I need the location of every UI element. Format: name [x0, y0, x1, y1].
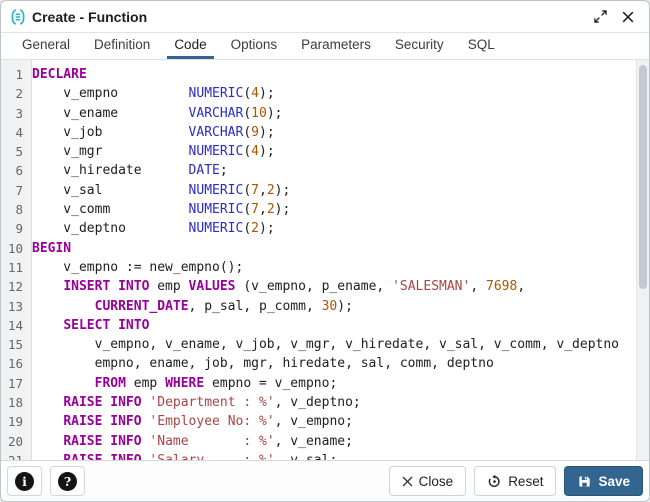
line-number: 6: [1, 161, 32, 180]
vertical-scrollbar[interactable]: [636, 60, 649, 460]
code-text: RAISE INFO 'Name : %', v_ename;: [32, 432, 353, 451]
line-number: 15: [1, 335, 32, 354]
line-number: 21: [1, 451, 32, 460]
save-button[interactable]: Save: [564, 466, 643, 496]
dialog-help-button[interactable]: ?: [50, 466, 85, 496]
sql-help-button[interactable]: i: [7, 466, 42, 496]
expand-dialog-button[interactable]: [589, 6, 611, 28]
line-number: 16: [1, 354, 32, 373]
code-line[interactable]: 20 RAISE INFO 'Name : %', v_ename;: [1, 432, 636, 451]
dialog-tab-bar: General Definition Code Options Paramete…: [1, 33, 649, 60]
line-number: 14: [1, 316, 32, 335]
code-text: v_hiredate DATE;: [32, 161, 228, 180]
code-text: v_empno := new_empno();: [32, 258, 243, 277]
code-line[interactable]: 13 CURRENT_DATE, p_sal, p_comm, 30);: [1, 297, 636, 316]
line-number: 18: [1, 393, 32, 412]
line-number: 19: [1, 412, 32, 431]
code-text: RAISE INFO 'Salary : %', v_sal;: [32, 451, 337, 460]
tab-definition[interactable]: Definition: [87, 33, 157, 59]
sql-code-editor[interactable]: 1DECLARE2 v_empno NUMERIC(4);3 v_ename V…: [1, 60, 649, 460]
code-line[interactable]: 21 RAISE INFO 'Salary : %', v_sal;: [1, 451, 636, 460]
code-text: FROM emp WHERE empno = v_empno;: [32, 374, 337, 393]
code-line[interactable]: 4 v_job VARCHAR(9);: [1, 123, 636, 142]
function-icon: [9, 8, 27, 26]
code-text: v_job VARCHAR(9);: [32, 123, 275, 142]
line-number: 4: [1, 123, 32, 142]
code-line[interactable]: 14 SELECT INTO: [1, 316, 636, 335]
question-icon: ?: [58, 472, 77, 491]
reset-button[interactable]: Reset: [474, 466, 556, 496]
tab-parameters[interactable]: Parameters: [294, 33, 378, 59]
code-line[interactable]: 3 v_ename VARCHAR(10);: [1, 104, 636, 123]
code-text: SELECT INTO: [32, 316, 149, 335]
close-button-label: Close: [419, 474, 454, 489]
code-line[interactable]: 11 v_empno := new_empno();: [1, 258, 636, 277]
line-number: 7: [1, 181, 32, 200]
code-line[interactable]: 15 v_empno, v_ename, v_job, v_mgr, v_hir…: [1, 335, 636, 354]
tab-security[interactable]: Security: [388, 33, 451, 59]
dialog-footer: i ? Close Reset S: [1, 460, 649, 501]
create-function-dialog: Create - Function General Definition Cod…: [0, 0, 650, 502]
code-text: v_empno, v_ename, v_job, v_mgr, v_hireda…: [32, 335, 619, 354]
save-icon: [577, 474, 592, 489]
code-text: v_comm NUMERIC(7,2);: [32, 200, 290, 219]
line-number: 5: [1, 142, 32, 161]
tab-options[interactable]: Options: [224, 33, 285, 59]
expand-icon: [594, 10, 607, 23]
line-number: 1: [1, 65, 32, 84]
code-text: v_empno NUMERIC(4);: [32, 84, 275, 103]
code-line[interactable]: 16 empno, ename, job, mgr, hiredate, sal…: [1, 354, 636, 373]
close-dialog-button[interactable]: [617, 6, 639, 28]
code-lines[interactable]: 1DECLARE2 v_empno NUMERIC(4);3 v_ename V…: [1, 60, 636, 460]
code-line[interactable]: 2 v_empno NUMERIC(4);: [1, 84, 636, 103]
code-text: v_deptno NUMERIC(2);: [32, 219, 275, 238]
line-number: 9: [1, 219, 32, 238]
code-text: v_ename VARCHAR(10);: [32, 104, 282, 123]
code-line[interactable]: 1DECLARE: [1, 65, 636, 84]
line-number: 11: [1, 258, 32, 277]
line-number: 17: [1, 374, 32, 393]
line-number: 8: [1, 200, 32, 219]
tab-code[interactable]: Code: [167, 33, 213, 59]
close-icon: [622, 11, 634, 23]
code-line[interactable]: 10BEGIN: [1, 239, 636, 258]
reset-icon: [487, 474, 502, 489]
line-number: 10: [1, 239, 32, 258]
code-text: CURRENT_DATE, p_sal, p_comm, 30);: [32, 297, 353, 316]
code-line[interactable]: 7 v_sal NUMERIC(7,2);: [1, 181, 636, 200]
tab-sql[interactable]: SQL: [461, 33, 502, 59]
code-line[interactable]: 19 RAISE INFO 'Employee No: %', v_empno;: [1, 412, 636, 431]
code-line[interactable]: 6 v_hiredate DATE;: [1, 161, 636, 180]
code-line[interactable]: 8 v_comm NUMERIC(7,2);: [1, 200, 636, 219]
line-number: 12: [1, 277, 32, 296]
code-line[interactable]: 12 INSERT INTO emp VALUES (v_empno, p_en…: [1, 277, 636, 296]
code-line[interactable]: 17 FROM emp WHERE empno = v_empno;: [1, 374, 636, 393]
line-number: 3: [1, 104, 32, 123]
line-number: 13: [1, 297, 32, 316]
code-line[interactable]: 18 RAISE INFO 'Department : %', v_deptno…: [1, 393, 636, 412]
code-text: RAISE INFO 'Employee No: %', v_empno;: [32, 412, 353, 431]
code-text: RAISE INFO 'Department : %', v_deptno;: [32, 393, 361, 412]
dialog-titlebar: Create - Function: [1, 1, 649, 33]
code-text: empno, ename, job, mgr, hiredate, sal, c…: [32, 354, 494, 373]
code-text: DECLARE: [32, 65, 87, 84]
close-button[interactable]: Close: [389, 466, 467, 496]
info-icon: i: [15, 472, 34, 491]
close-x-icon: [402, 476, 413, 487]
save-button-label: Save: [598, 474, 630, 489]
dialog-title: Create - Function: [32, 9, 147, 25]
code-text: v_mgr NUMERIC(4);: [32, 142, 275, 161]
reset-button-label: Reset: [508, 474, 543, 489]
line-number: 2: [1, 84, 32, 103]
code-text: BEGIN: [32, 239, 71, 258]
code-text: INSERT INTO emp VALUES (v_empno, p_ename…: [32, 277, 525, 296]
code-text: v_sal NUMERIC(7,2);: [32, 181, 290, 200]
code-line[interactable]: 5 v_mgr NUMERIC(4);: [1, 142, 636, 161]
scrollbar-thumb[interactable]: [639, 65, 647, 289]
tab-general[interactable]: General: [15, 33, 77, 59]
line-number: 20: [1, 432, 32, 451]
code-line[interactable]: 9 v_deptno NUMERIC(2);: [1, 219, 636, 238]
